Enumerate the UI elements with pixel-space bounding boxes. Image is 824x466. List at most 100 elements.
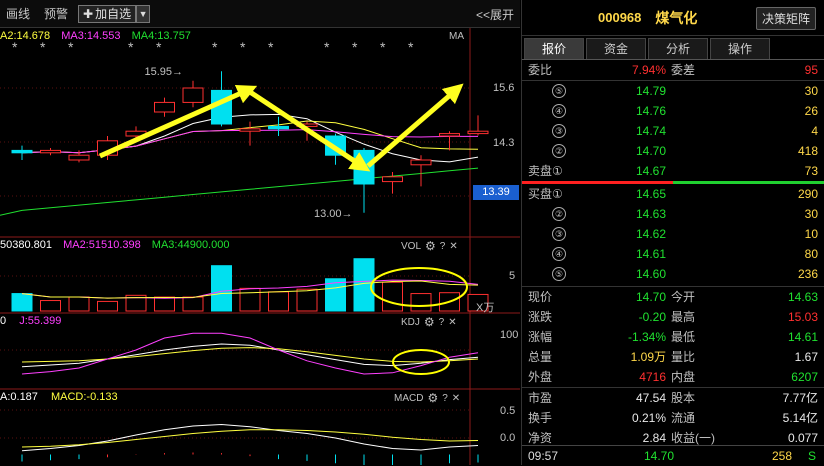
sell-row[interactable]: ② 14.70 418 xyxy=(522,141,824,161)
plus-icon: ✚ xyxy=(83,6,94,21)
sell-row[interactable]: ⑤ 14.79 30 xyxy=(522,81,824,101)
close-icon[interactable]: ✕ xyxy=(452,393,460,404)
chart-toolbar: 画线 预警 ✚ 加自选 ▼ <<展开 xyxy=(0,0,520,28)
kdj-legend: 0 J:55.399 xyxy=(0,315,61,327)
gear-icon[interactable]: ⚙ xyxy=(424,315,435,329)
vol-unit: X万 xyxy=(476,302,495,314)
expand-button[interactable]: <<展开 xyxy=(476,6,514,23)
stock-name: 煤气化 xyxy=(655,9,698,26)
vol-scale: 5 xyxy=(509,270,516,282)
ma3-value: MA3:14.553 xyxy=(61,30,121,42)
star-marker: * xyxy=(240,39,246,55)
sell-price: 14.70 xyxy=(635,144,666,158)
stat-row: 现价 14.70 今开 14.63 xyxy=(522,287,824,307)
volume-bar xyxy=(154,296,175,312)
current-price-marker: 13.39 xyxy=(473,185,519,200)
star-marker: * xyxy=(212,39,218,55)
close-icon[interactable]: ✕ xyxy=(449,241,457,252)
fundamentals-table: 市盈 47.54 股本 7.77亿 换手 0.21% 流通 5.14亿 净资 2.84 收益(一) 0… xyxy=(522,388,824,448)
stat-value: 6207 xyxy=(791,370,818,384)
stat-label: 最低 xyxy=(671,330,696,344)
buy-row[interactable]: ② 14.63 30 xyxy=(522,204,824,224)
fundamental-value: 5.14亿 xyxy=(782,411,818,425)
vol-value: 50380.801 xyxy=(0,239,52,251)
buy-row[interactable]: ⑤ 14.60 236 xyxy=(522,264,824,284)
sell1-volume: 73 xyxy=(804,164,818,178)
tab-analysis[interactable]: 分析 xyxy=(648,38,708,59)
sell-level: ③ xyxy=(552,124,566,138)
buy1-price: 14.65 xyxy=(635,187,666,201)
kdj-scale: 100 xyxy=(500,329,519,341)
alert-button[interactable]: 预警 xyxy=(44,5,68,22)
sell-orderbook: ⑤ 14.79 30 ④ 14.76 26 ③ 14.74 4 ② 14.70 418 xyxy=(522,81,824,161)
star-marker: * xyxy=(324,39,330,55)
tab-funds[interactable]: 资金 xyxy=(586,38,646,59)
buy-volume: 236 xyxy=(797,267,818,281)
low-price-label: 13.00→ xyxy=(314,208,353,220)
stat-label: 现价 xyxy=(528,290,553,304)
candle-body xyxy=(439,133,460,137)
kdj-j: J:55.399 xyxy=(19,315,62,327)
stat-value: -0.20 xyxy=(638,310,666,324)
tab-operation[interactable]: 操作 xyxy=(710,38,770,59)
fundamental-value: 7.77亿 xyxy=(782,391,818,405)
stock-code: 000968 xyxy=(598,10,642,25)
vol-tag: VOL xyxy=(401,240,422,252)
buy-volume: 30 xyxy=(804,207,818,221)
high-price-label: 15.95→ xyxy=(145,66,184,78)
stat-row: 总量 1.09万 量比 1.67 xyxy=(522,347,824,367)
sell1-row[interactable]: 卖盘① 14.67 73 xyxy=(522,161,824,181)
fundamental-label: 流通 xyxy=(671,411,696,425)
volume-bar xyxy=(40,300,61,312)
volume-bar xyxy=(410,293,432,312)
price-tick-2: 14.3 xyxy=(493,137,515,149)
sell-level: ⑤ xyxy=(552,84,566,98)
sell-row[interactable]: ④ 14.76 26 xyxy=(522,101,824,121)
volume-bar xyxy=(268,291,289,312)
sell-row[interactable]: ③ 14.74 4 xyxy=(522,121,824,141)
sell-price: 14.79 xyxy=(635,84,666,98)
weibi-row: 委比 7.94% 委差 95 xyxy=(522,60,824,80)
kdj-k: 0 xyxy=(0,315,7,327)
buy-price: 14.63 xyxy=(635,207,666,221)
weibi-value: 7.94% xyxy=(631,63,666,77)
volume-bar xyxy=(296,288,318,312)
macd-tag: MACD xyxy=(394,392,424,404)
tab-quote[interactable]: 报价 xyxy=(524,38,584,59)
stat-label: 今开 xyxy=(671,290,696,304)
buy-row[interactable]: ③ 14.62 10 xyxy=(522,224,824,244)
fundamental-label: 股本 xyxy=(671,391,696,405)
sell-volume: 26 xyxy=(804,104,818,118)
buy1-row[interactable]: 买盘① 14.65 290 xyxy=(522,184,824,204)
ma-tag[interactable]: MA xyxy=(449,31,464,42)
kdj-j-line xyxy=(21,332,479,375)
kdj-tag: KDJ xyxy=(401,316,420,328)
ma4-line xyxy=(0,167,479,216)
sell-level: ② xyxy=(552,144,566,158)
fundamental-value: 0.21% xyxy=(631,411,666,425)
volume-bar xyxy=(382,281,403,312)
add-watchlist-button[interactable]: ✚ 加自选 xyxy=(78,4,137,23)
close-icon[interactable]: ✕ xyxy=(448,317,456,328)
buy-level: ④ xyxy=(552,247,566,261)
macd-value: MACD:-0.133 xyxy=(50,391,118,403)
vol-legend: 50380.801 MA2:51510.398 MA3:44900.000 xyxy=(0,239,229,251)
help-icon[interactable]: ? xyxy=(440,241,446,252)
candle-body xyxy=(11,149,33,154)
sell-volume: 30 xyxy=(804,84,818,98)
help-icon[interactable]: ? xyxy=(439,317,445,328)
gear-icon[interactable]: ⚙ xyxy=(427,391,438,405)
volume-bar xyxy=(97,300,118,312)
vol-panel-tools: VOL ⚙ ? ✕ xyxy=(401,239,458,253)
decision-matrix-button[interactable]: 决策矩阵 xyxy=(755,7,816,30)
sell-volume: 4 xyxy=(811,124,818,138)
chevron-down-icon[interactable]: ▼ xyxy=(136,4,151,23)
stat-label: 总量 xyxy=(528,350,553,364)
help-icon[interactable]: ? xyxy=(442,393,448,404)
gear-icon[interactable]: ⚙ xyxy=(425,239,436,253)
kline-chart-area[interactable]: * * * * * * * * * * * * 15.95→ 13.00→ 画线 预警 ✚ 加自选 ▼ <… xyxy=(0,0,520,465)
buy-row[interactable]: ④ 14.61 80 xyxy=(522,244,824,264)
tick-price: 14.70 xyxy=(644,449,675,463)
stat-label: 涨跌 xyxy=(528,310,553,324)
draw-line-button[interactable]: 画线 xyxy=(6,5,30,22)
